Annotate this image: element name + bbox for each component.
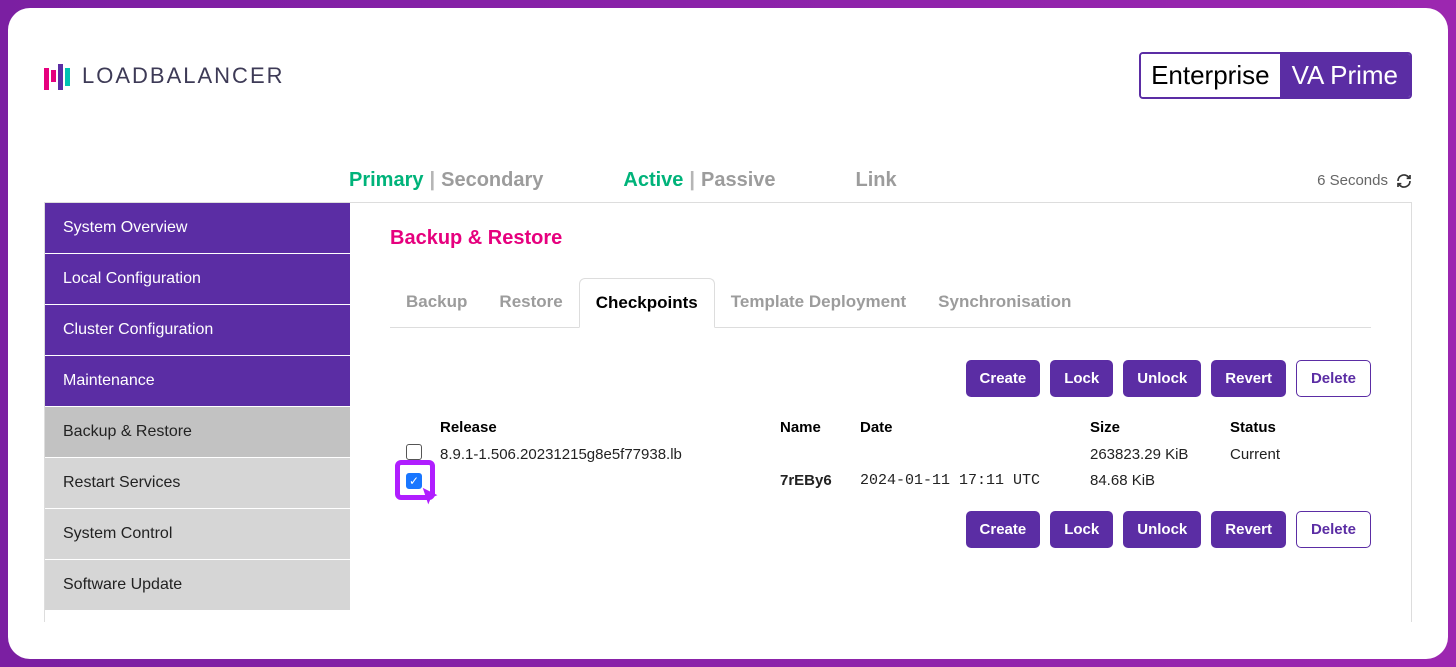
sidebar-item-local-configuration[interactable]: Local Configuration [45,254,350,305]
page-title: Backup & Restore [390,227,1371,250]
cell-size: 84.68 KiB [1090,472,1230,489]
logo-icon [44,62,70,90]
sidebar-item-restart-services[interactable]: Restart Services [45,458,350,509]
create-button[interactable]: Create [966,360,1041,397]
table-header: Release Name Date Size Status [390,415,1371,440]
cursor-icon [420,486,442,514]
main-content: Backup & Restore Backup Restore Checkpoi… [350,203,1411,622]
tab-restore[interactable]: Restore [483,278,578,327]
sidebar-item-cluster-configuration[interactable]: Cluster Configuration [45,305,350,356]
cell-size: 263823.29 KiB [1090,446,1230,463]
unlock-button[interactable]: Unlock [1123,511,1201,548]
brand-name: LOADBALANCER [82,63,285,89]
status-passive: Passive [701,169,776,192]
cell-release: 8.9.1-1.506.20231215g8e5f77938.lb [440,446,780,463]
lock-button[interactable]: Lock [1050,511,1113,548]
col-size: Size [1090,419,1230,436]
sidebar-item-backup-restore[interactable]: Backup & Restore [45,407,350,458]
refresh-indicator[interactable]: 6 Seconds [1317,172,1412,189]
revert-button[interactable]: Revert [1211,511,1286,548]
tab-synchronisation[interactable]: Synchronisation [922,278,1087,327]
sidebar-item-system-overview[interactable]: System Overview [45,203,350,254]
sidebar: System Overview Local Configuration Clus… [45,203,350,622]
col-release: Release [440,419,780,436]
product-badge: Enterprise VA Prime [1139,52,1412,99]
status-link: Link [856,169,897,192]
action-bar-top: Create Lock Unlock Revert Delete [390,360,1371,397]
logo: LOADBALANCER [44,62,285,90]
row-checkbox[interactable]: ✓ [406,473,422,489]
refresh-label: 6 Seconds [1317,172,1388,189]
delete-button[interactable]: Delete [1296,360,1371,397]
table-row: ✓ 7rEBy6 2024-01-11 17:11 UTC 84.68 KiB [390,468,1371,493]
revert-button[interactable]: Revert [1211,360,1286,397]
status-secondary: Secondary [441,169,543,192]
action-bar-bottom: Create Lock Unlock Revert Delete [390,511,1371,548]
col-name: Name [780,419,860,436]
refresh-icon [1396,173,1412,189]
status-bar: Primary | Secondary Active | Passive Lin… [349,169,1412,192]
cell-name: 7rEBy6 [780,472,860,489]
cell-date: 2024-01-11 17:11 UTC [860,472,1090,489]
table-row: 8.9.1-1.506.20231215g8e5f77938.lb 263823… [390,440,1371,468]
product-variant: VA Prime [1280,54,1410,97]
tab-backup[interactable]: Backup [390,278,483,327]
col-status: Status [1230,419,1330,436]
status-primary: Primary [349,169,424,192]
tab-template-deployment[interactable]: Template Deployment [715,278,922,327]
sidebar-item-software-update[interactable]: Software Update [45,560,350,611]
lock-button[interactable]: Lock [1050,360,1113,397]
checkpoints-table: Release Name Date Size Status 8.9.1-1.50… [390,415,1371,493]
sidebar-item-maintenance[interactable]: Maintenance [45,356,350,407]
status-active: Active [623,169,683,192]
cell-status: Current [1230,446,1330,463]
row-checkbox[interactable] [406,444,422,460]
col-date: Date [860,419,1090,436]
product-enterprise: Enterprise [1141,54,1280,97]
tab-checkpoints[interactable]: Checkpoints [579,278,715,328]
unlock-button[interactable]: Unlock [1123,360,1201,397]
create-button[interactable]: Create [966,511,1041,548]
sidebar-item-system-control[interactable]: System Control [45,509,350,560]
delete-button[interactable]: Delete [1296,511,1371,548]
tabs: Backup Restore Checkpoints Template Depl… [390,278,1371,328]
